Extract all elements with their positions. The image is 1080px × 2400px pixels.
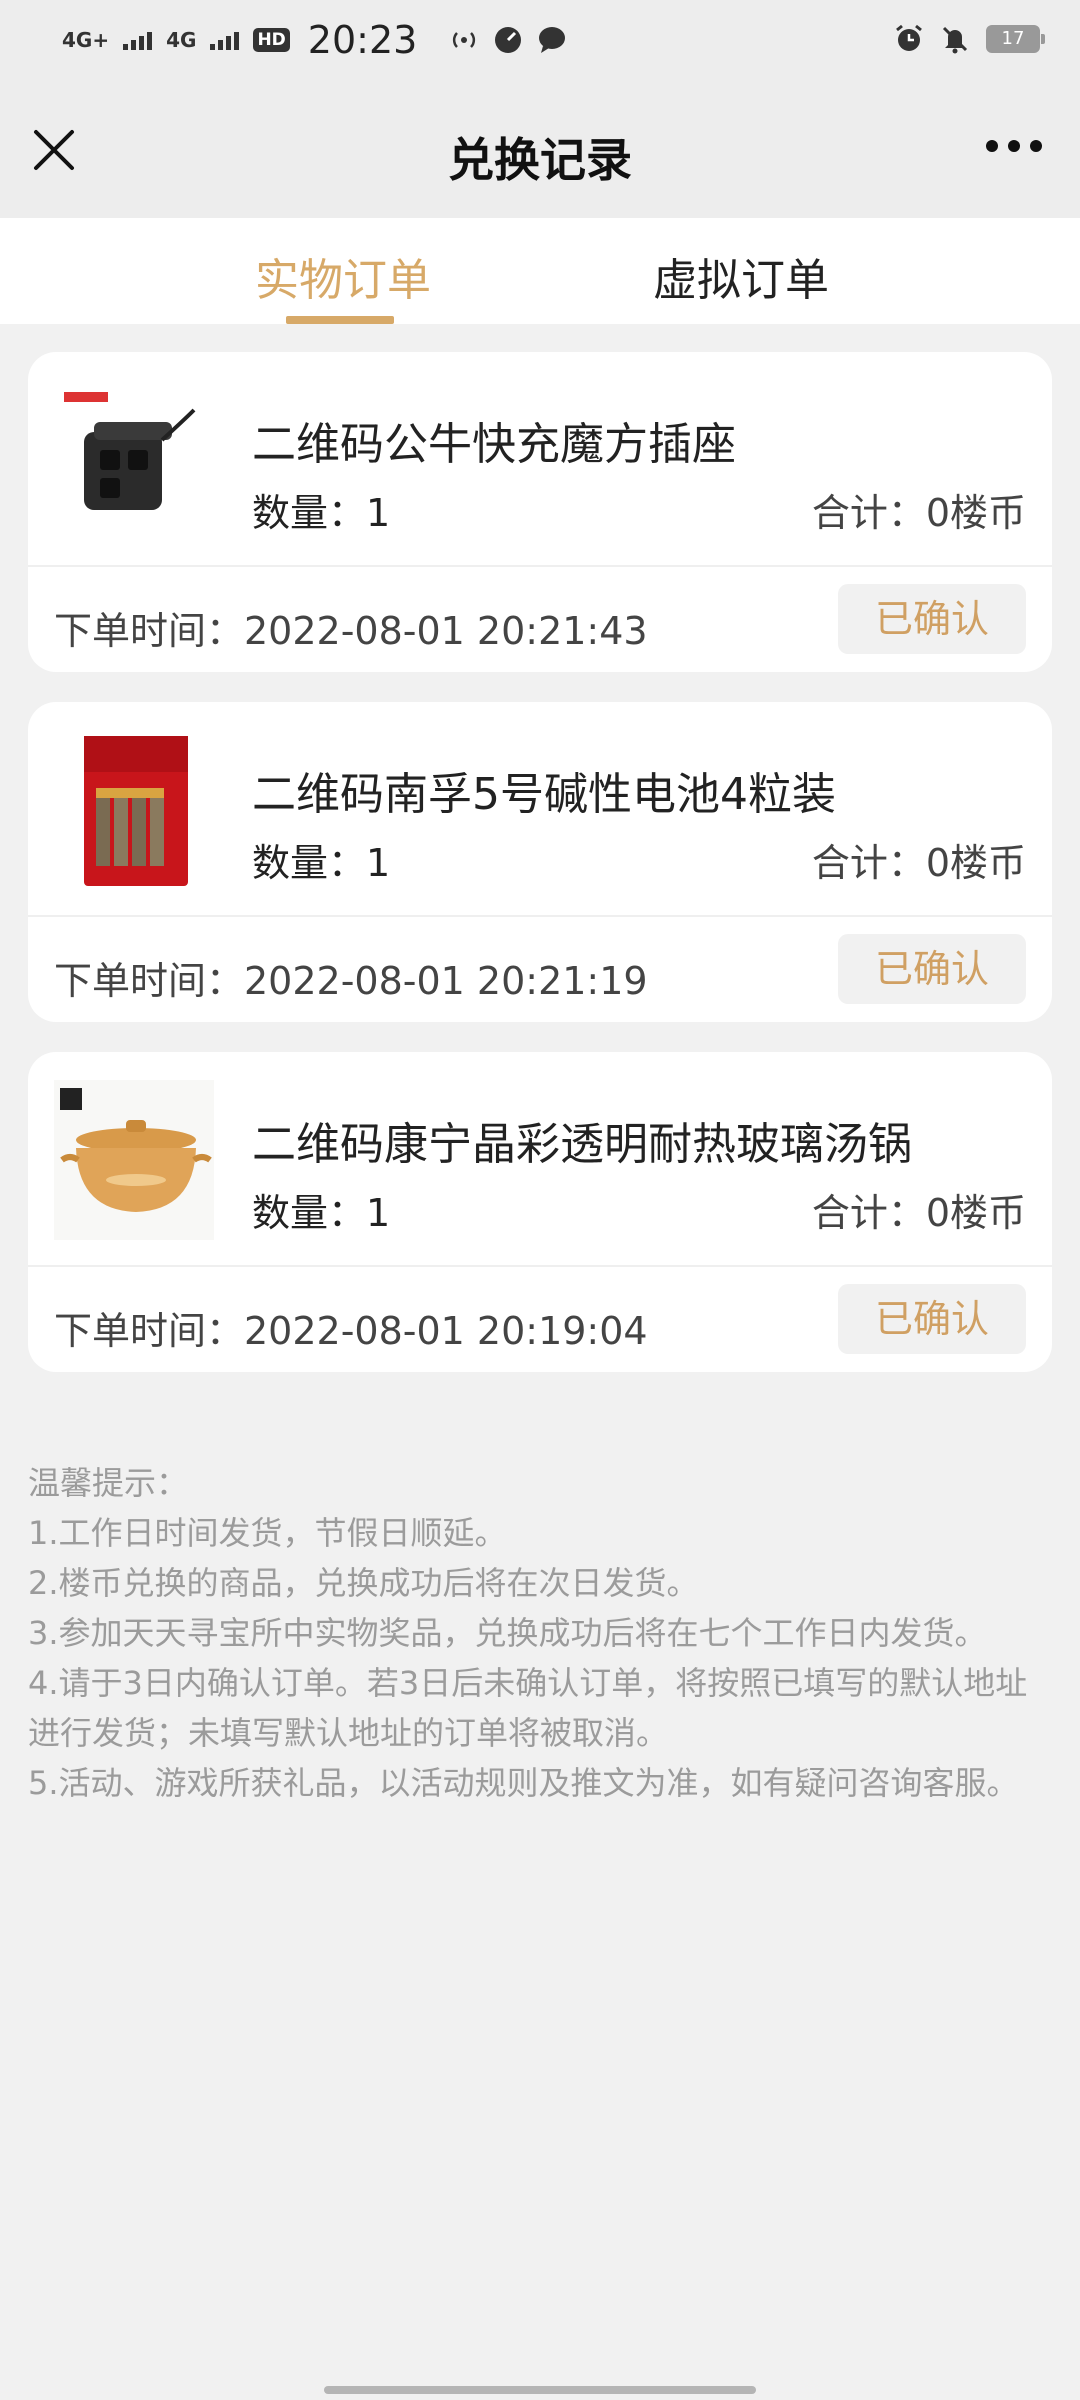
total-price: 合计：0楼币	[811, 841, 1026, 885]
tip-line: 2.楼币兑换的商品，兑换成功后将在次日发货。	[28, 1564, 699, 1602]
divider	[28, 915, 1052, 917]
confirmed-status-button[interactable]: 已确认	[838, 584, 1026, 654]
tips-section: 温馨提示： 1.工作日时间发货，节假日顺延。 2.楼币兑换的商品，兑换成功后将在…	[28, 1458, 1058, 1808]
product-name: 二维码康宁晶彩透明耐热玻璃汤锅	[252, 1119, 912, 1170]
home-indicator[interactable]	[324, 2386, 756, 2394]
nav-bar: 兑换记录	[0, 86, 1080, 218]
page-title: 兑换记录	[448, 133, 632, 187]
battery-icon: 17	[986, 25, 1045, 53]
quantity: 数量：1	[252, 491, 391, 535]
message-icon	[539, 27, 566, 53]
mute-icon	[942, 26, 968, 54]
network-type-2: 4G	[166, 28, 197, 52]
status-bar: 4G+ 4G HD 20:23 17	[0, 0, 1080, 86]
more-icon[interactable]	[986, 136, 1046, 156]
clock: 20:23	[307, 18, 418, 62]
quantity: 数量：1	[252, 841, 391, 885]
speed-icon	[495, 27, 522, 53]
tab-virtual-orders[interactable]: 虚拟订单	[653, 244, 829, 308]
order-card[interactable]: 二维码康宁晶彩透明耐热玻璃汤锅 数量：1 合计：0楼币 下单时间：2022-08…	[28, 1052, 1052, 1372]
alarm-icon	[896, 24, 922, 51]
product-image-socket	[54, 380, 214, 540]
order-time: 下单时间：2022-08-01 20:21:19	[54, 959, 648, 1003]
tab-physical-orders[interactable]: 实物订单	[255, 244, 431, 308]
total-price: 合计：0楼币	[811, 1191, 1026, 1235]
confirmed-status-button[interactable]: 已确认	[838, 1284, 1026, 1354]
signal-icon	[123, 30, 153, 50]
hd-badge: HD	[253, 28, 290, 52]
divider	[28, 565, 1052, 567]
active-tab-indicator	[286, 316, 394, 324]
tips-title: 温馨提示：	[28, 1464, 189, 1502]
tip-line: 1.工作日时间发货，节假日顺延。	[28, 1514, 507, 1552]
tip-line: 3.参加天天寻宝所中实物奖品，兑换成功后将在七个工作日内发货。	[28, 1614, 987, 1652]
product-image-battery	[54, 730, 214, 890]
product-image-pot	[54, 1080, 214, 1240]
product-name: 二维码南孚5号碱性电池4粒装	[252, 769, 836, 820]
product-name: 二维码公牛快充魔方插座	[252, 419, 736, 470]
order-time: 下单时间：2022-08-01 20:21:43	[54, 609, 648, 653]
quantity: 数量：1	[252, 1191, 391, 1235]
tip-line: 4.请于3日内确认订单。若3日后未确认订单，将按照已填写的默认地址进行发货；未填…	[28, 1664, 1028, 1752]
signal-icon-2	[210, 30, 240, 50]
tab-bar: 实物订单 虚拟订单	[0, 218, 1080, 324]
divider	[28, 1265, 1052, 1267]
total-price: 合计：0楼币	[811, 491, 1026, 535]
hotspot-icon	[453, 32, 476, 48]
tip-line: 5.活动、游戏所获礼品，以活动规则及推文为准，如有疑问咨询客服。	[28, 1764, 1019, 1802]
confirmed-status-button[interactable]: 已确认	[838, 934, 1026, 1004]
network-type-1: 4G+	[62, 28, 110, 52]
order-card[interactable]: 二维码南孚5号碱性电池4粒装 数量：1 合计：0楼币 下单时间：2022-08-…	[28, 702, 1052, 1022]
order-time: 下单时间：2022-08-01 20:19:04	[54, 1309, 648, 1353]
order-card[interactable]: 二维码公牛快充魔方插座 数量：1 合计：0楼币 下单时间：2022-08-01 …	[28, 352, 1052, 672]
